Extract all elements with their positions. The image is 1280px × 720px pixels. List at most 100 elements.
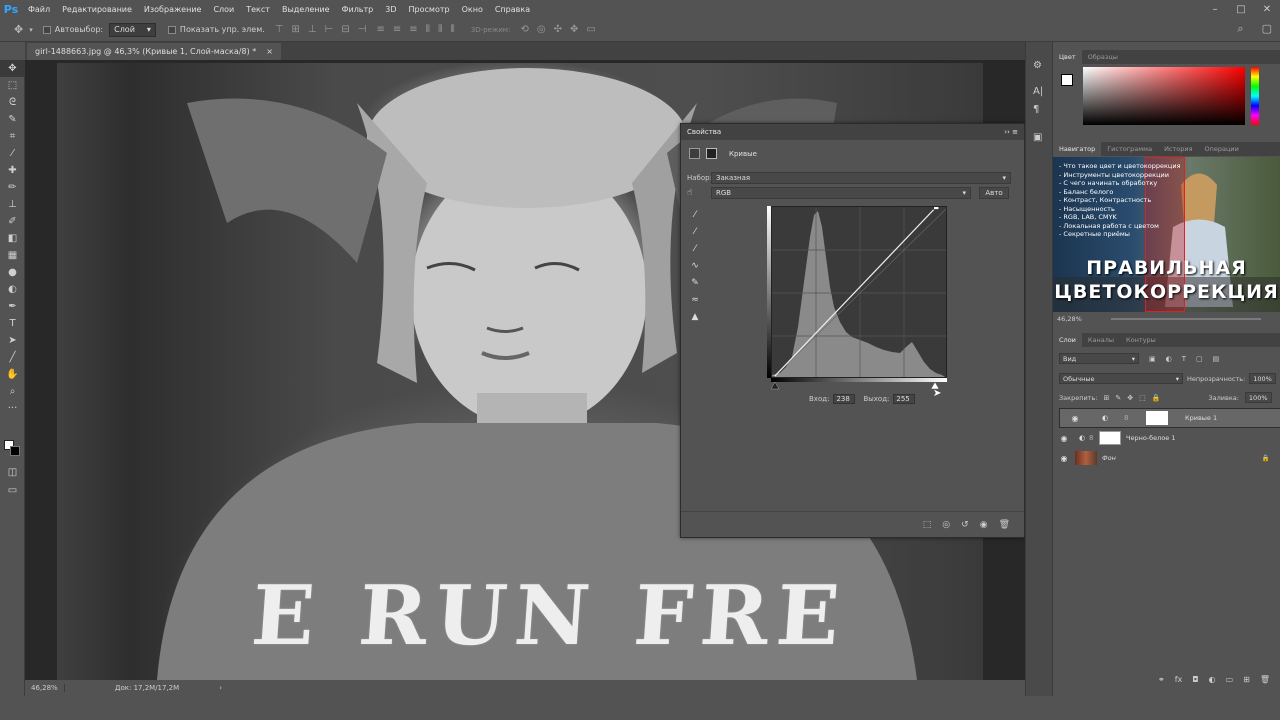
chevron-down-icon[interactable]: ▾ (29, 26, 33, 34)
link-layers-icon[interactable]: ⚭ (1158, 675, 1165, 684)
align-center-icon[interactable]: ⊟ (341, 24, 349, 35)
quick-mask-icon[interactable]: ◫ (0, 464, 25, 481)
clipping-warning-icon[interactable]: ▲ (689, 311, 701, 323)
smooth-curve-icon[interactable]: ≈ (689, 294, 701, 306)
maximize-icon[interactable]: □ (1228, 0, 1254, 18)
add-mask-icon[interactable]: ◘ (1192, 675, 1198, 684)
drag-3d-icon[interactable]: ✣ (554, 24, 562, 35)
channel-dropdown[interactable]: RGB ▾ (711, 187, 971, 199)
slide-3d-icon[interactable]: ✥ (570, 24, 578, 35)
visibility-eye-icon[interactable]: ◉ (1053, 454, 1075, 463)
zoom-level[interactable]: 46,28% (25, 684, 65, 692)
screen-mode-icon[interactable]: ▭ (0, 482, 25, 499)
status-menu-arrow[interactable]: › (219, 684, 222, 692)
layer-name[interactable]: Фон (1102, 454, 1116, 462)
background-color-swatch[interactable] (10, 446, 20, 456)
trash-icon[interactable]: 🗑 (999, 520, 1010, 530)
output-field[interactable]: 255 (893, 394, 916, 404)
filter-adjustment-icon[interactable]: ◐ (1166, 355, 1172, 363)
trash-icon[interactable]: 🗑 (1260, 675, 1270, 684)
minimize-icon[interactable]: – (1202, 0, 1228, 18)
quick-select-tool-icon[interactable]: ✎ (0, 111, 25, 128)
blend-mode-dropdown[interactable]: Обычные ▾ (1059, 373, 1183, 384)
distribute-center-icon[interactable]: ⦀ (438, 24, 442, 35)
menu-layers[interactable]: Слои (207, 5, 240, 14)
clip-to-layer-icon[interactable]: ⬚ (923, 520, 932, 530)
distribute-bottom-icon[interactable]: ≡ (409, 24, 417, 35)
lock-paint-icon[interactable]: ✎ (1115, 394, 1121, 402)
show-controls-checkbox[interactable] (167, 25, 176, 34)
visibility-eye-icon[interactable]: ◉ (1064, 414, 1086, 423)
tab-actions[interactable]: Операции (1199, 142, 1245, 156)
new-group-icon[interactable]: ▭ (1226, 675, 1234, 684)
menu-filter[interactable]: Фильтр (336, 5, 380, 14)
lock-icon[interactable]: 🔒 (1262, 454, 1270, 462)
align-bottom-icon[interactable]: ⊥ (308, 24, 317, 35)
layer-mask-thumbnail[interactable] (1146, 411, 1168, 425)
menu-view[interactable]: Просмотр (403, 5, 456, 14)
pencil-draw-icon[interactable]: ✎ (689, 277, 701, 289)
reset-icon[interactable]: ↺ (961, 520, 969, 530)
pen-tool-icon[interactable]: ✒ (0, 298, 25, 315)
link-chain-icon[interactable]: 8 (1124, 414, 1132, 422)
type-tool-icon[interactable]: T (0, 315, 25, 332)
auto-button[interactable]: Авто (979, 187, 1009, 199)
hand-target-icon[interactable]: ☝ (687, 188, 711, 198)
link-chain-icon[interactable]: 8 (1089, 434, 1097, 442)
layer-name[interactable]: Черно-белое 1 (1126, 434, 1176, 442)
history-brush-tool-icon[interactable]: ✐ (0, 213, 25, 230)
menu-help[interactable]: Справка (489, 5, 536, 14)
fx-icon[interactable]: fx (1175, 675, 1183, 684)
layer-name[interactable]: Кривые 1 (1185, 414, 1217, 422)
panel-menu-icon[interactable]: ›› ≡ (1004, 128, 1018, 136)
hue-slider[interactable] (1251, 67, 1259, 125)
tab-swatches[interactable]: Образцы (1082, 50, 1124, 64)
path-select-tool-icon[interactable]: ➤ (0, 332, 25, 349)
input-sliders[interactable] (771, 380, 947, 390)
menu-select[interactable]: Выделение (276, 5, 336, 14)
distribute-middle-icon[interactable]: ≡ (393, 24, 401, 35)
layer-row-background[interactable]: ◉ Фон 🔒 (1053, 448, 1280, 468)
filter-smart-icon[interactable]: ▤ (1213, 355, 1220, 363)
distribute-top-icon[interactable]: ≡ (376, 24, 384, 35)
move-tool-icon[interactable]: ✥ (14, 23, 23, 36)
visibility-eye-icon[interactable]: ◉ (980, 520, 988, 530)
background-thumbnail[interactable] (1075, 451, 1097, 465)
distribute-right-icon[interactable]: ⦀ (450, 24, 454, 35)
close-tab-icon[interactable]: × (266, 47, 273, 56)
dodge-tool-icon[interactable]: ◐ (0, 281, 25, 298)
move-tool-icon[interactable]: ✥ (0, 60, 25, 77)
healing-tool-icon[interactable]: ✚ (0, 162, 25, 179)
blur-tool-icon[interactable]: ● (0, 264, 25, 281)
white-point-eyedropper-icon[interactable]: ⁄ (689, 243, 701, 255)
photoshop-logo-icon[interactable]: Ps (0, 0, 22, 18)
visibility-eye-icon[interactable]: ◉ (1053, 434, 1075, 443)
autoselect-checkbox[interactable] (42, 25, 51, 34)
filter-shape-icon[interactable]: ▢ (1196, 355, 1203, 363)
lock-all-icon[interactable]: 🔒 (1152, 394, 1161, 402)
curves-adjustment-icon[interactable] (689, 148, 700, 159)
marquee-tool-icon[interactable]: ⬚ (0, 77, 25, 94)
curves-chart[interactable] (772, 207, 947, 378)
menu-3d[interactable]: 3D (379, 5, 402, 14)
eraser-tool-icon[interactable]: ◧ (0, 230, 25, 247)
color-spectrum[interactable] (1083, 67, 1245, 125)
fg-bg-color-icon[interactable] (1061, 74, 1073, 86)
curve-point[interactable] (933, 207, 940, 210)
gradient-tool-icon[interactable]: ▦ (0, 247, 25, 264)
distribute-left-icon[interactable]: ⦀ (426, 24, 430, 35)
scale-3d-icon[interactable]: ▭ (586, 24, 595, 35)
brush-tool-icon[interactable]: ✏ (0, 179, 25, 196)
align-left-icon[interactable]: ⊢ (325, 24, 334, 35)
menu-edit[interactable]: Редактирование (56, 5, 138, 14)
orbit-3d-icon[interactable]: ⟲ (520, 24, 528, 35)
layer-row-bw[interactable]: ◉ ◐ 8 Черно-белое 1 (1053, 428, 1280, 448)
crop-tool-icon[interactable]: ⌗ (0, 128, 25, 145)
zoom-tool-icon[interactable]: ⌕ (0, 383, 25, 400)
menu-text[interactable]: Текст (240, 5, 276, 14)
autoselect-dropdown[interactable]: Слой ▾ (109, 22, 156, 37)
layer-row-curves[interactable]: ◉ ◐ 8 Кривые 1 (1059, 408, 1280, 428)
curves-graph[interactable] (771, 206, 947, 378)
lock-artboard-icon[interactable]: ⬚ (1139, 394, 1146, 402)
menu-image[interactable]: Изображение (138, 5, 208, 14)
